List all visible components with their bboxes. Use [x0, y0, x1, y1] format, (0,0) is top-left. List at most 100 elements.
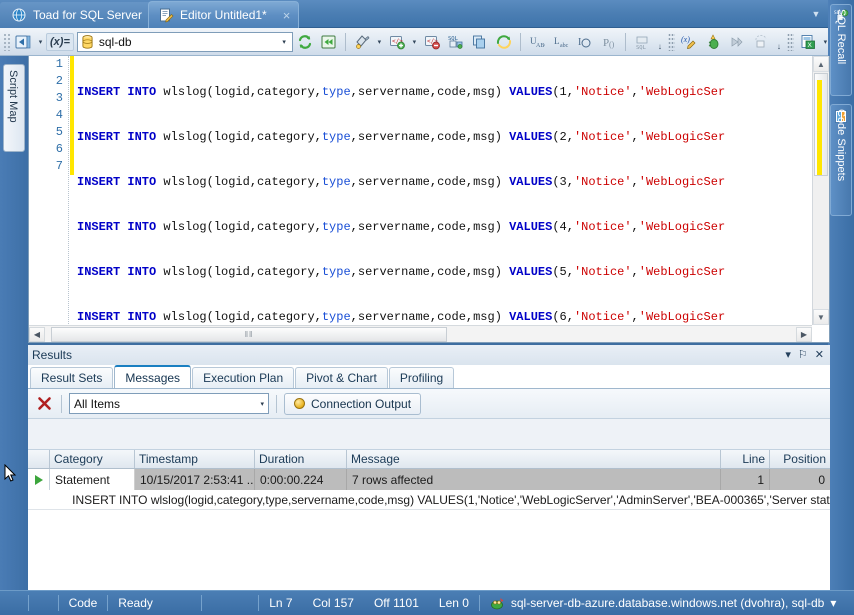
- scroll-down-icon[interactable]: ▼: [813, 309, 829, 325]
- code-keyword: INSERT INTO: [77, 310, 157, 324]
- step-over-button[interactable]: [726, 31, 748, 53]
- line-number: 3: [55, 91, 63, 105]
- execute-statement-button[interactable]: [12, 31, 34, 53]
- scroll-up-icon[interactable]: ▲: [813, 56, 829, 72]
- toolbar-separator: [624, 32, 626, 51]
- code-keyword: INSERT INTO: [77, 265, 157, 279]
- tab-editor-untitled1[interactable]: Editor Untitled1* ×: [148, 1, 300, 28]
- results-panel: Results ▾ ⚐ ✕ Result Sets Messages Execu…: [28, 345, 830, 590]
- cell-line: 1: [721, 469, 770, 490]
- add-comment-button[interactable]: </>: [386, 31, 408, 53]
- table-row[interactable]: Statement 10/15/2017 2:53:41 ... 0:00:00…: [28, 469, 830, 490]
- sql-recall-button[interactable]: SQL: [445, 31, 467, 53]
- remove-comment-button[interactable]: </>: [421, 31, 443, 53]
- messages-grid[interactable]: Category Timestamp Duration Message Line…: [28, 449, 830, 590]
- cell-message: 7 rows affected: [347, 469, 721, 490]
- execute-script-button[interactable]: [318, 31, 340, 53]
- refresh-button[interactable]: [294, 31, 316, 53]
- connection-output-button[interactable]: Connection Output: [284, 392, 422, 415]
- results-tabs: Result Sets Messages Execution Plan Pivo…: [28, 365, 830, 389]
- code-line: INSERT INTO wlslog(logid,category,type,s…: [77, 264, 811, 281]
- editor-vertical-scrollbar[interactable]: ▲ ▼: [812, 56, 829, 325]
- column-header-category[interactable]: Category: [50, 450, 135, 468]
- code-text-frag: (3,: [552, 175, 574, 189]
- sidebar-item-code-snippets[interactable]: Code Snippets: [830, 104, 852, 216]
- sql-recall-label: SQL Recall: [835, 9, 847, 65]
- status-line: Ln 7: [269, 596, 293, 610]
- sidebar-item-sql-recall[interactable]: SQL SQL Recall: [830, 4, 852, 96]
- items-filter-value: All Items: [74, 396, 121, 411]
- code-text-frag: wlslog(logid,category,: [156, 85, 322, 99]
- code-keyword: INSERT INTO: [77, 130, 157, 144]
- status-connection[interactable]: sql-server-db-azure.database.windows.net…: [480, 596, 847, 610]
- scroll-right-icon[interactable]: ▶: [796, 326, 812, 342]
- toolbar-grip[interactable]: [667, 32, 675, 51]
- refresh-green-button[interactable]: [493, 31, 515, 53]
- code-keyword: type: [321, 175, 351, 189]
- tab-result-sets[interactable]: Result Sets: [30, 367, 114, 388]
- toolbar-grip[interactable]: [3, 32, 11, 51]
- column-header-line[interactable]: Line: [721, 450, 770, 468]
- toolbar-overflow-2[interactable]: ↓: [773, 31, 785, 53]
- variables-button[interactable]: (x)=: [46, 32, 74, 51]
- uppercase-button[interactable]: U ABC: [526, 31, 548, 53]
- lowercase-button[interactable]: L abc: [550, 31, 572, 53]
- format-dropdown-arrow[interactable]: ▾: [374, 31, 385, 53]
- export-to-excel-button[interactable]: X: [797, 31, 819, 53]
- line-number: 7: [55, 159, 63, 173]
- status-circle-icon: [294, 398, 305, 409]
- connection-combo[interactable]: sql-db ▾: [76, 31, 293, 52]
- close-icon[interactable]: ×: [283, 9, 291, 22]
- chevron-down-icon[interactable]: ▾: [830, 596, 836, 610]
- pin-icon[interactable]: ⚐: [798, 349, 808, 361]
- tab-messages[interactable]: Messages: [114, 365, 192, 388]
- column-header-duration[interactable]: Duration: [255, 450, 347, 468]
- scroll-left-icon[interactable]: ◀: [29, 326, 45, 342]
- add-comment-dropdown-arrow[interactable]: ▾: [409, 31, 420, 53]
- toolbar-overflow-1[interactable]: ↓: [654, 31, 666, 53]
- toolbar-separator: [344, 32, 346, 51]
- editor-horizontal-scrollbar[interactable]: ◀ ‖‖ ▶: [29, 325, 812, 342]
- code-text-frag: (1,: [552, 85, 574, 99]
- execute-dropdown-arrow[interactable]: ▾: [35, 31, 46, 53]
- code-text-frag: wlslog(logid,category,: [156, 310, 322, 324]
- svg-text:SQL: SQL: [636, 45, 647, 50]
- watch-button[interactable]: [750, 31, 772, 53]
- column-header-timestamp[interactable]: Timestamp: [135, 450, 255, 468]
- code-keyword: VALUES: [509, 310, 553, 324]
- sql-editor[interactable]: 1 2 3 4 5 6 7 INSERT INTO wlslog(logid,c…: [28, 56, 830, 343]
- app-tab-toad[interactable]: Toad for SQL Server: [0, 2, 158, 28]
- status-connection-label: sql-server-db-azure.database.windows.net…: [510, 596, 825, 610]
- chevron-down-icon[interactable]: ▾: [260, 400, 264, 408]
- chevron-down-icon[interactable]: ▼: [810, 9, 822, 19]
- panel-dropdown-icon[interactable]: ▾: [785, 349, 791, 361]
- code-line: INSERT INTO wlslog(logid,category,type,s…: [77, 174, 811, 191]
- tab-execution-plan[interactable]: Execution Plan: [192, 367, 295, 388]
- bind-parameters-button[interactable]: (x): [678, 31, 700, 53]
- tab-profiling[interactable]: Profiling: [388, 367, 455, 388]
- horizontal-scroll-thumb[interactable]: ‖‖: [51, 326, 447, 342]
- toolbar-grip[interactable]: [786, 32, 794, 51]
- sidebar-item-script-map[interactable]: Script Map: [3, 64, 25, 152]
- clear-red-x-icon[interactable]: [34, 394, 54, 414]
- row-indicator-header: [28, 450, 50, 468]
- items-filter-combo[interactable]: All Items ▾: [69, 393, 269, 414]
- code-keyword: type: [321, 265, 351, 279]
- close-icon[interactable]: ✕: [815, 349, 824, 361]
- horizontal-scroll-track[interactable]: ‖‖: [45, 326, 796, 342]
- object-search-button[interactable]: [469, 31, 491, 53]
- debug-button[interactable]: [702, 31, 724, 53]
- paragraph-button[interactable]: P (): [598, 31, 620, 53]
- status-ready: Ready: [118, 596, 153, 610]
- column-header-message[interactable]: Message: [347, 450, 721, 468]
- column-header-position[interactable]: Position: [770, 450, 830, 468]
- initcap-button[interactable]: I: [574, 31, 596, 53]
- code-text[interactable]: INSERT INTO wlslog(logid,category,type,s…: [77, 56, 811, 325]
- code-string: 'Notice': [573, 85, 632, 99]
- chevron-down-icon[interactable]: ▾: [282, 38, 289, 46]
- status-offset: Off 1101: [373, 596, 419, 610]
- format-code-button[interactable]: [351, 31, 373, 53]
- sql-optimize-button[interactable]: SQL: [631, 31, 653, 53]
- tab-pivot-and-chart[interactable]: Pivot & Chart: [295, 367, 388, 388]
- code-text-frag: ,: [631, 265, 639, 279]
